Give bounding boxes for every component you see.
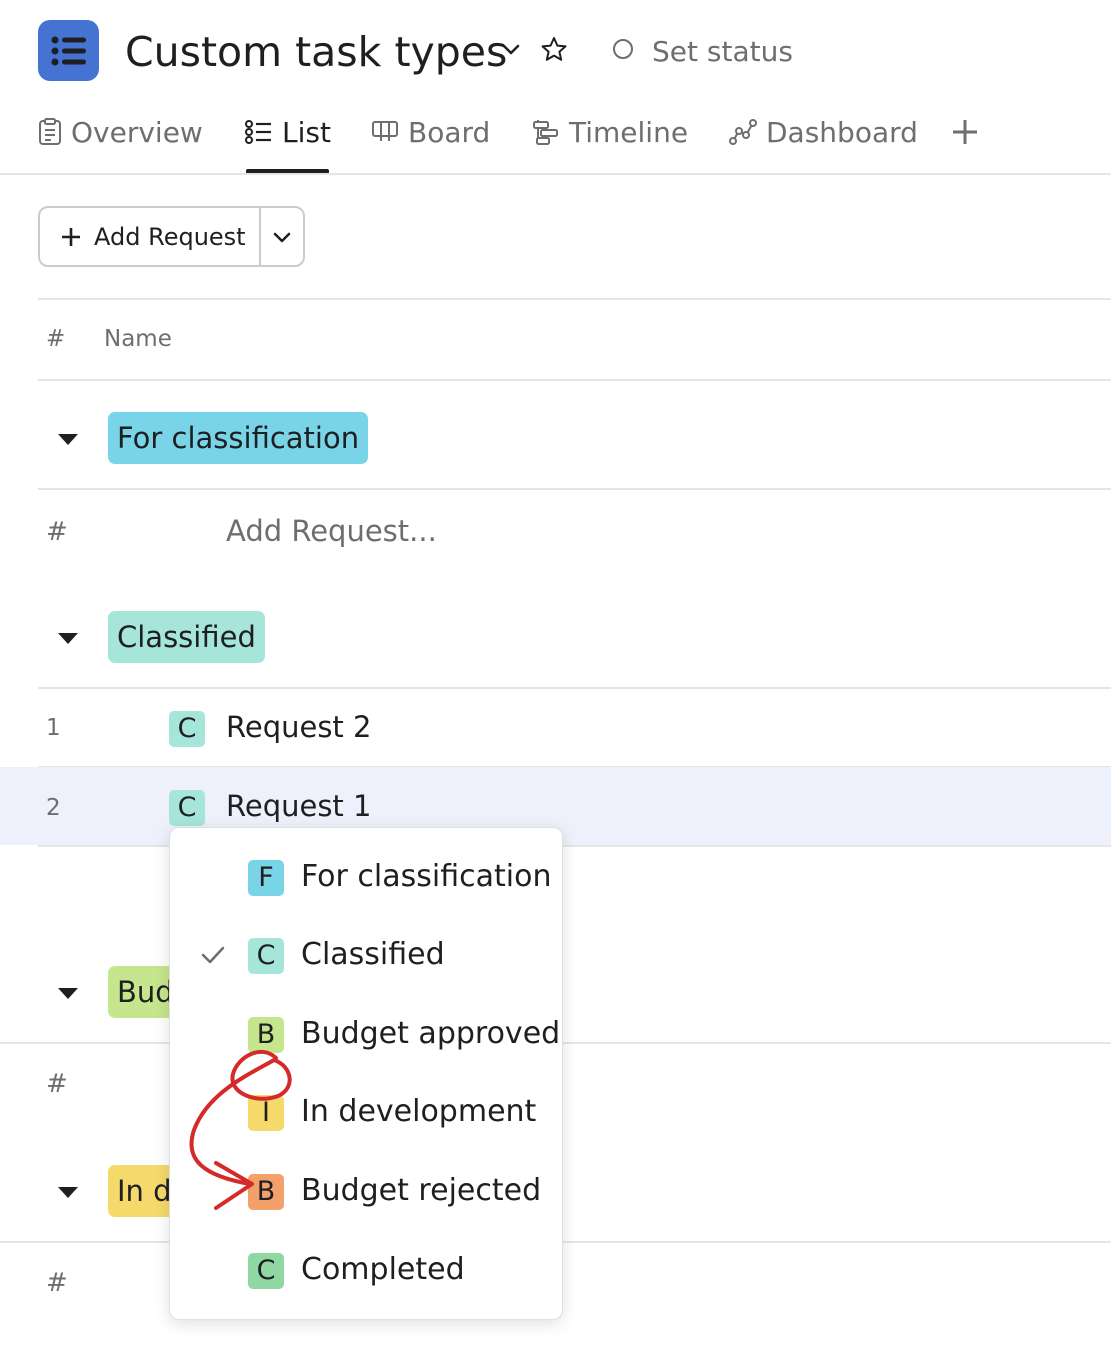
type-badge: C xyxy=(248,1253,284,1289)
add-request-label: Add Request xyxy=(94,222,246,251)
menu-item-label: Completed xyxy=(301,1252,465,1287)
task-name[interactable]: Request 2 xyxy=(226,710,371,744)
divider xyxy=(38,379,1111,381)
row-number: 2 xyxy=(46,795,61,821)
status-circle-icon[interactable] xyxy=(613,39,633,59)
type-badge: B xyxy=(248,1174,284,1210)
menu-item-for-classification[interactable]: F For classification xyxy=(170,848,562,908)
section-for-classification[interactable]: For classification xyxy=(108,412,369,464)
task-type-badge[interactable]: C xyxy=(169,711,205,747)
plus-icon xyxy=(62,227,80,246)
checkmark-icon xyxy=(201,946,225,964)
tab-overview[interactable]: Overview xyxy=(38,110,203,154)
tab-board[interactable]: Board xyxy=(371,110,490,154)
add-request-row[interactable]: Add Request... xyxy=(226,514,437,548)
menu-item-label: Budget approved xyxy=(301,1016,561,1051)
menu-item-budget-approved[interactable]: B Budget approved xyxy=(170,1005,562,1065)
project-icon[interactable] xyxy=(38,20,99,81)
add-request-button[interactable]: Add Request xyxy=(40,208,260,265)
tab-label: Board xyxy=(408,115,491,149)
tab-label: List xyxy=(282,115,331,149)
tab-dashboard[interactable]: Dashboard xyxy=(729,110,918,154)
menu-item-label: In development xyxy=(301,1094,537,1129)
collapse-caret-icon[interactable] xyxy=(56,985,80,1001)
collapse-caret-icon[interactable] xyxy=(56,630,80,646)
menu-item-in-development[interactable]: I In development xyxy=(170,1083,562,1143)
type-badge: F xyxy=(248,860,284,896)
tab-list[interactable]: List xyxy=(245,110,331,154)
project-title[interactable]: Custom task types xyxy=(125,24,507,80)
type-badge: B xyxy=(248,1017,284,1053)
menu-item-classified[interactable]: C Classified xyxy=(170,926,562,986)
dashboard-icon xyxy=(729,119,757,145)
list-icon xyxy=(51,36,86,65)
menu-item-label: For classification xyxy=(301,859,552,894)
type-badge: I xyxy=(248,1095,284,1131)
list-icon xyxy=(245,120,271,144)
task-type-menu: F For classification C Classified B Budg… xyxy=(169,827,563,1320)
add-row-hash: # xyxy=(46,1069,68,1099)
menu-item-label: Classified xyxy=(301,937,445,972)
tab-timeline[interactable]: Timeline xyxy=(532,110,688,154)
add-row-hash: # xyxy=(46,1268,68,1298)
menu-item-completed[interactable]: C Completed xyxy=(170,1241,562,1301)
overview-icon xyxy=(39,118,61,145)
divider xyxy=(38,488,1111,490)
tab-label: Timeline xyxy=(569,115,689,149)
type-badge: C xyxy=(248,938,284,974)
task-type-badge[interactable]: C xyxy=(169,790,205,826)
add-row-hash: # xyxy=(46,517,68,547)
divider xyxy=(38,298,1111,300)
add-tab-icon[interactable] xyxy=(950,117,980,147)
row-number: 1 xyxy=(46,715,61,741)
divider xyxy=(38,687,1111,689)
set-status-button[interactable]: Set status xyxy=(652,33,793,71)
add-request-button-group: Add Request xyxy=(38,206,305,267)
section-classified[interactable]: Classified xyxy=(108,611,265,663)
column-header-name[interactable]: Name xyxy=(104,326,172,352)
column-header-number: # xyxy=(46,326,66,352)
star-icon[interactable] xyxy=(538,34,570,66)
chevron-down-icon xyxy=(273,232,291,242)
chevron-down-icon[interactable] xyxy=(498,36,524,62)
task-name[interactable]: Request 1 xyxy=(226,789,371,823)
board-icon xyxy=(372,121,398,141)
collapse-caret-icon[interactable] xyxy=(56,1184,80,1200)
timeline-icon xyxy=(533,120,558,145)
add-request-dropdown-button[interactable] xyxy=(261,208,303,265)
tab-label: Overview xyxy=(71,115,203,149)
tab-label: Dashboard xyxy=(766,115,918,149)
collapse-caret-icon[interactable] xyxy=(56,431,80,447)
tabs-divider xyxy=(0,173,1111,175)
menu-item-label: Budget rejected xyxy=(301,1173,542,1208)
menu-item-budget-rejected[interactable]: B Budget rejected xyxy=(170,1162,562,1222)
